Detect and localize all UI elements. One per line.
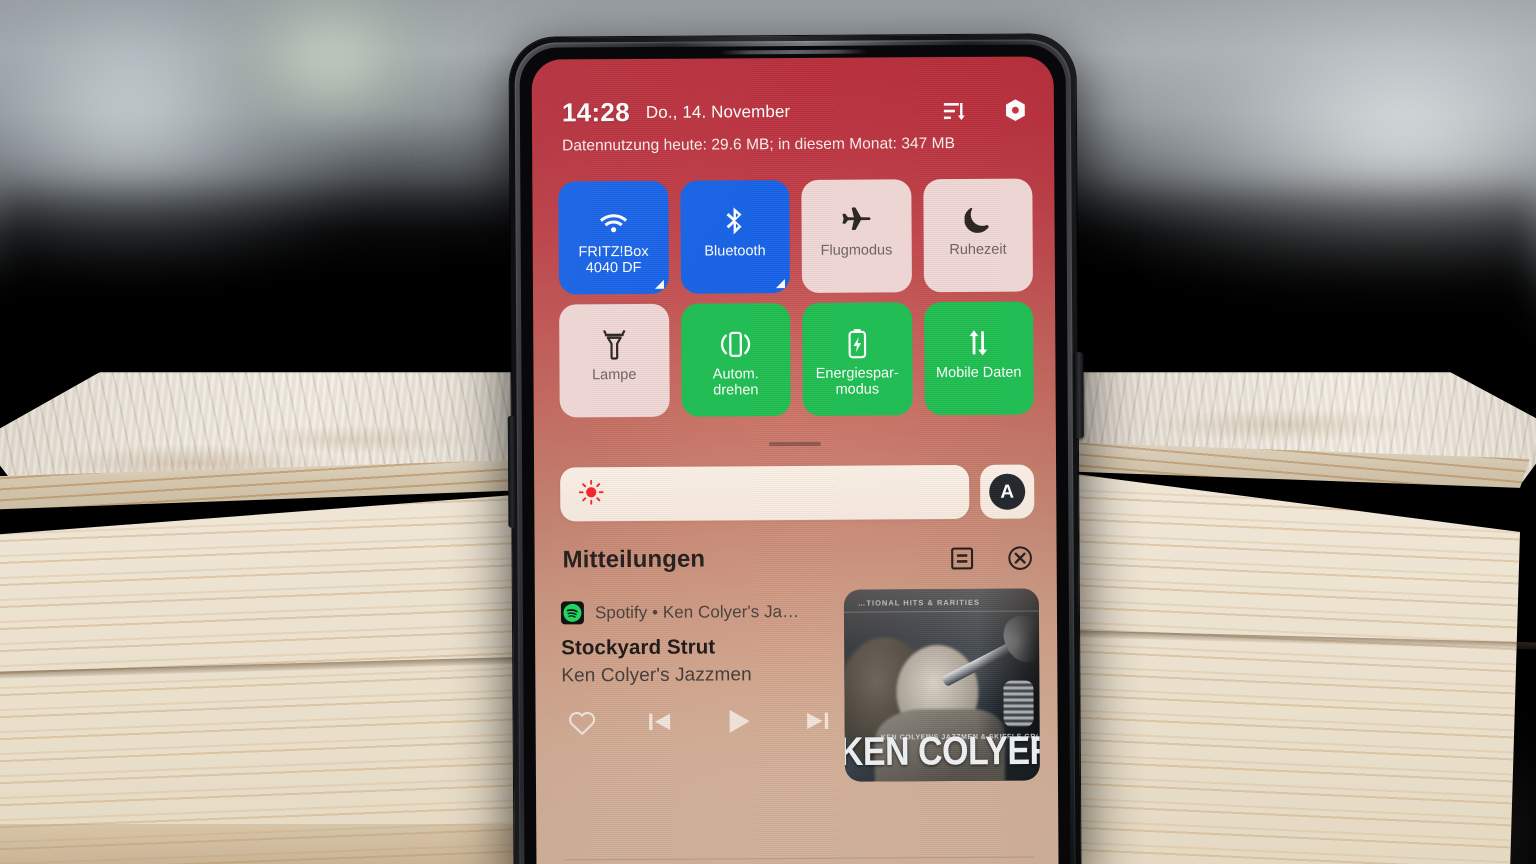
auto-brightness-button[interactable]: A <box>980 464 1035 519</box>
tile-bluetooth[interactable]: Bluetooth <box>679 180 791 294</box>
brightness-sun-icon <box>578 479 604 510</box>
spotify-icon <box>560 601 585 625</box>
wifi-icon <box>598 207 628 237</box>
manage-notifications-icon[interactable] <box>951 546 974 569</box>
tile-label: Bluetooth <box>704 243 766 260</box>
tile-label: Autom. drehen <box>712 366 759 399</box>
tile-wifi[interactable]: FRITZ!Box 4040 DF <box>558 180 669 295</box>
auto-brightness-badge: A <box>989 473 1026 510</box>
quick-settings-header: 14:28 Do., 14. November <box>562 95 1028 129</box>
previous-track-icon[interactable] <box>645 707 675 737</box>
smartphone: 14:28 Do., 14. November Datennutzung heu… <box>507 34 1084 864</box>
tile-expand-indicator[interactable] <box>775 279 785 289</box>
panel-drag-handle[interactable] <box>768 441 821 447</box>
sort-descending-icon[interactable] <box>942 98 966 122</box>
status-date: Do., 14. November <box>645 101 791 122</box>
tile-expand-indicator[interactable] <box>654 279 664 289</box>
volume-button[interactable] <box>507 415 517 528</box>
power-button[interactable] <box>1074 352 1084 439</box>
notifications-title: Mitteilungen <box>562 545 706 574</box>
tile-label: Ruhezeit <box>949 241 1007 259</box>
auto-rotate-icon <box>718 329 752 359</box>
wood-block-right <box>1059 372 1536 864</box>
phone-screen: 14:28 Do., 14. November Datennutzung heu… <box>531 56 1059 864</box>
tile-label: FRITZ!Box 4040 DF <box>578 243 649 277</box>
tile-battery-saver[interactable]: Energiespar- modus <box>802 302 913 416</box>
wood-left-face-grain <box>0 490 580 864</box>
quick-settings-tile-grid: FRITZ!Box 4040 DF Bluetooth Flugmodus Ru… <box>558 178 1034 418</box>
next-track-icon[interactable] <box>803 706 833 736</box>
header-icon-group <box>942 98 1028 124</box>
notification-divider <box>564 856 1035 861</box>
tile-mobile-data[interactable]: Mobile Daten <box>923 301 1034 416</box>
tile-label: Energiespar- modus <box>815 365 899 398</box>
tile-label: Mobile Daten <box>935 364 1022 382</box>
album-artwork: …TIONAL HITS & RARITIES KEN COLYER'S JAZ… <box>843 588 1040 782</box>
tile-do-not-disturb[interactable]: Ruhezeit <box>922 178 1033 293</box>
album-screen-shade <box>843 588 1040 782</box>
settings-gear-icon[interactable] <box>1003 98 1028 123</box>
bluetooth-icon <box>724 206 746 236</box>
photo-scene: 14:28 Do., 14. November Datennutzung heu… <box>0 0 1536 864</box>
brightness-slider[interactable] <box>560 464 970 522</box>
notification-app-line: Spotify • Ken Colyer's Ja… <box>594 601 800 622</box>
moon-icon <box>964 205 991 235</box>
heart-icon[interactable] <box>567 707 598 738</box>
clear-all-icon[interactable] <box>1008 545 1033 570</box>
wood-block-left <box>0 372 580 864</box>
notifications-header-icons <box>951 545 1033 571</box>
data-usage-text: Datennutzung heute: 29.6 MB; in diesem M… <box>562 135 956 155</box>
notification-media-card[interactable]: Spotify • Ken Colyer's Ja… Stockyard Str… <box>560 588 1040 782</box>
background-highlight-green <box>215 0 445 120</box>
flashlight-icon <box>602 330 626 360</box>
tile-auto-rotate[interactable]: Autom. drehen <box>680 303 791 417</box>
tile-label: Flugmodus <box>820 242 893 259</box>
wood-left-shadow <box>0 824 580 864</box>
tile-airplane-mode[interactable]: Flugmodus <box>801 179 912 293</box>
play-icon[interactable] <box>722 704 756 738</box>
status-clock: 14:28 <box>561 97 630 128</box>
tile-label: Lampe <box>592 366 637 384</box>
airplane-icon <box>841 206 871 236</box>
battery-saver-icon <box>846 329 868 359</box>
mobile-data-icon <box>964 328 992 358</box>
wood-right-face-grain <box>1060 472 1520 864</box>
tile-flashlight[interactable]: Lampe <box>559 303 670 418</box>
notifications-header: Mitteilungen <box>563 544 1033 575</box>
brightness-row: A <box>560 464 1035 522</box>
